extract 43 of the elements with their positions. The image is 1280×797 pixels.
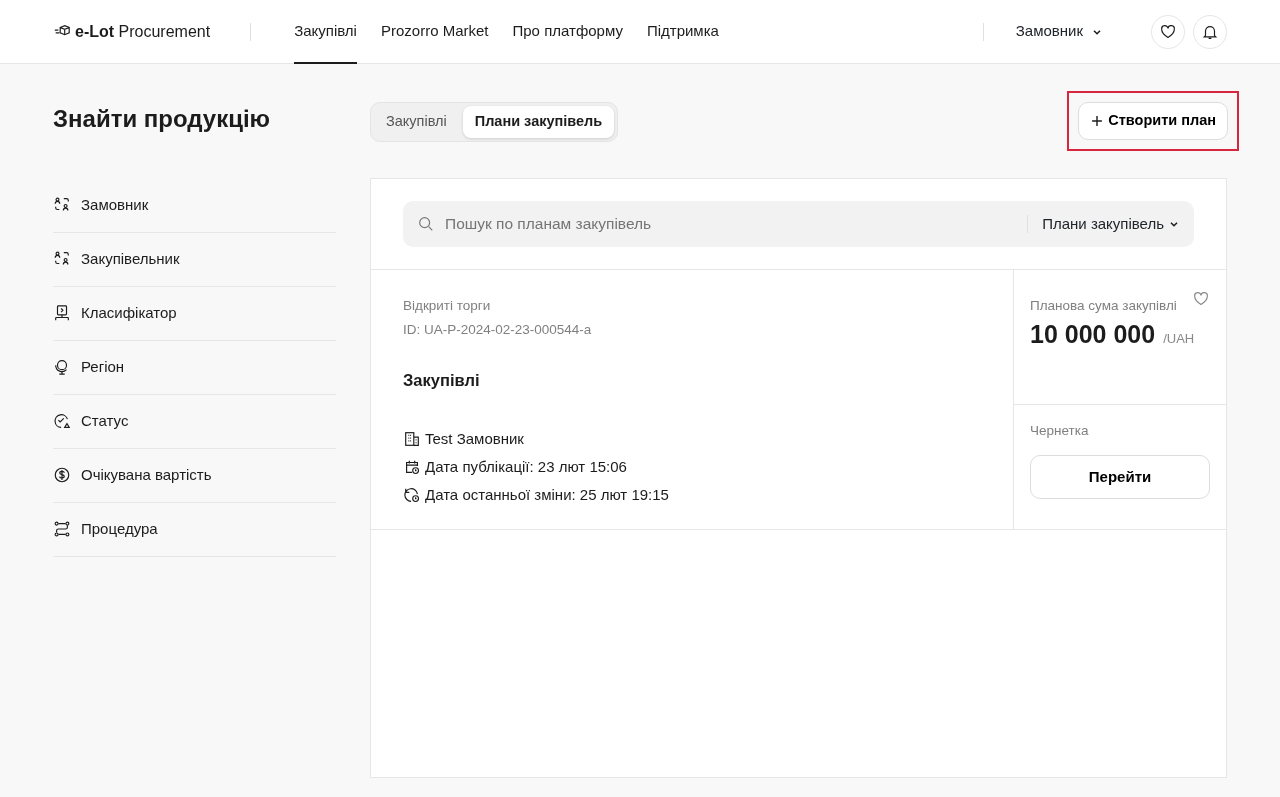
filter-item[interactable]: Статус (53, 394, 336, 449)
clock-check-icon (53, 412, 71, 431)
nav-link[interactable]: Закупівлі (294, 0, 357, 64)
publication-date: Дата публікації: 23 лют 15:06 (425, 456, 627, 477)
tab[interactable]: Закупівлі (374, 106, 459, 138)
page-title: Знайти продукцію (53, 105, 272, 134)
history-icon (403, 486, 421, 504)
filter-item[interactable]: Класифікатор (53, 286, 336, 341)
amount-label: Планова сума закупівлі (1030, 296, 1178, 315)
search-scope-dropdown[interactable]: Плани закупівель (1042, 212, 1180, 235)
filter-item[interactable]: Закупівельник (53, 232, 336, 287)
logo-text: e-Lot Procurement (75, 21, 211, 42)
tab[interactable]: Плани закупівель (462, 106, 615, 138)
heart-icon (1159, 22, 1177, 41)
presentation-icon (53, 304, 71, 323)
planned-amount: 10 000 000 (1030, 319, 1156, 350)
search-field[interactable]: Пошук по планам закупівель Плани закупівель (403, 200, 1194, 247)
search-icon (417, 214, 435, 233)
procedure-type: Відкриті торги (403, 296, 492, 315)
role-dropdown[interactable]: Замовник (1015, 20, 1103, 43)
plan-title: Закупівлі (403, 370, 481, 392)
open-button[interactable]: Перейти (1030, 455, 1210, 499)
filter-item[interactable]: Замовник (53, 178, 336, 233)
plus-icon (1090, 113, 1105, 128)
building-icon (403, 430, 421, 448)
plan-status: Чернетка (1030, 421, 1090, 440)
favorites-button[interactable] (1151, 14, 1185, 49)
dollar-icon (53, 466, 71, 485)
modified-date: Дата останньої зміни: 25 лют 19:15 (425, 484, 669, 505)
nav-link[interactable]: Про платформу (512, 0, 623, 64)
route-icon (53, 520, 71, 539)
nav-link[interactable]: Prozorro Market (380, 0, 489, 64)
filter-item[interactable]: Процедура (53, 502, 336, 557)
filter-item[interactable]: Очікувана вартість (53, 448, 336, 503)
currency: /UAH (1163, 330, 1195, 348)
filter-item[interactable]: Регіон (53, 340, 336, 395)
nav-link[interactable]: Підтримка (646, 0, 719, 64)
buyer-name: Test Замовник (425, 428, 524, 449)
create-plan-button[interactable]: Створити план (1078, 102, 1228, 140)
notifications-button[interactable] (1193, 14, 1227, 49)
calendar-clock-icon (403, 458, 421, 476)
plan-id: ID: UA-P-2024-02-23-000544-a (403, 321, 593, 339)
heart-icon (1192, 289, 1210, 308)
